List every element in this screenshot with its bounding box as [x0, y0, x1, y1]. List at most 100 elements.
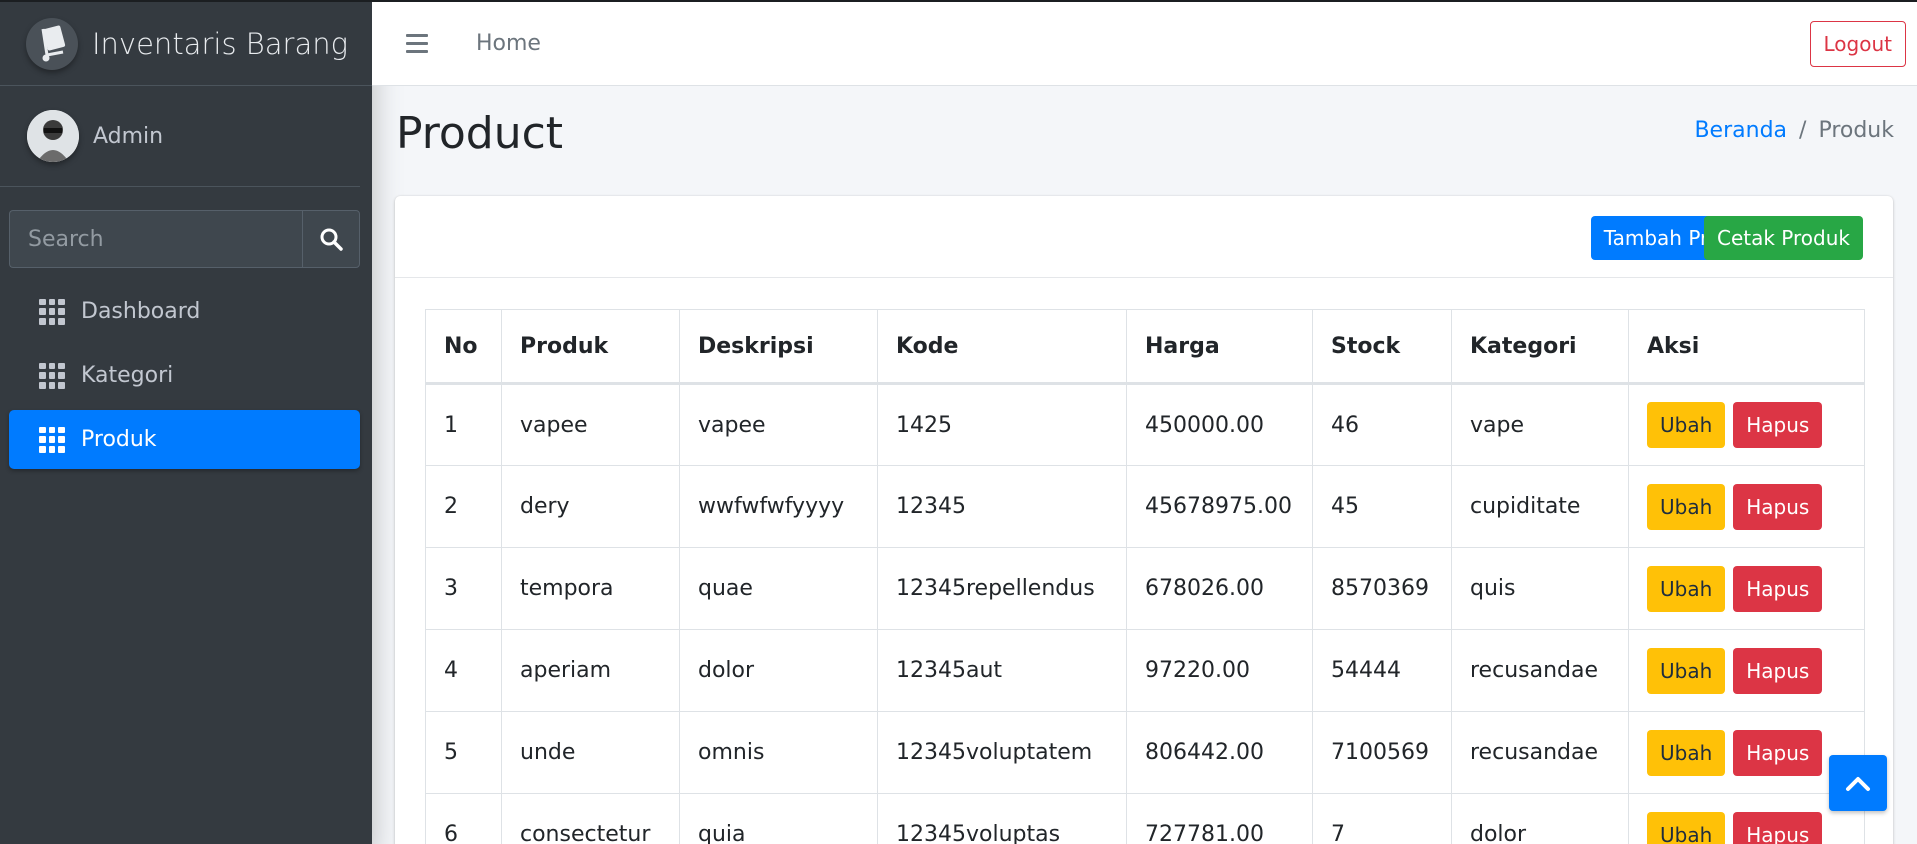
table-cell: dolor — [1451, 793, 1629, 844]
app-frame: Inventaris Barang Admin Search Dashboard… — [0, 2, 1917, 844]
table-row: 5 unde omnis 12345voluptatem 806442.00 710056… — [425, 711, 1865, 794]
column-header: Stock — [1312, 309, 1452, 385]
sidebar-item-dashboard[interactable]: Dashboard — [9, 282, 360, 341]
table-cell: 1 — [425, 383, 502, 466]
sidebar-item-label: Kategori — [81, 363, 174, 388]
column-header: Aksi — [1628, 309, 1865, 385]
search-icon — [320, 228, 343, 251]
table-cell: 678026.00 — [1126, 547, 1313, 630]
print-product-button[interactable]: Cetak Produk — [1704, 216, 1863, 260]
brand-title: Inventaris Barang — [92, 26, 349, 61]
table-cell: 727781.00 — [1126, 793, 1313, 844]
table-cell: quis — [1451, 547, 1629, 630]
sidebar: Inventaris Barang Admin Search Dashboard… — [0, 2, 372, 844]
table-cell: 45678975.00 — [1126, 465, 1313, 548]
column-header: Kategori — [1451, 309, 1629, 385]
table-cell: quae — [679, 547, 878, 630]
breadcrumb: Beranda / Produk — [1694, 118, 1894, 143]
edit-button[interactable]: Ubah — [1647, 729, 1726, 776]
grid-icon — [39, 362, 65, 389]
delete-button[interactable]: Hapus — [1733, 729, 1823, 776]
table-row: 6 consectetur quia 12345voluptas 727781.00 7 d… — [425, 793, 1865, 844]
table-cell: 5 — [425, 711, 502, 794]
table-cell: recusandae — [1451, 629, 1629, 712]
table-cell: consectetur — [501, 793, 680, 844]
sidebar-item-produk[interactable]: Produk — [9, 410, 360, 469]
edit-button[interactable]: Ubah — [1647, 647, 1726, 694]
table-cell: 97220.00 — [1126, 629, 1313, 712]
table-header-row: No Produk Deskripsi Kode Harga Stock Kat… — [425, 309, 1865, 385]
edit-button[interactable]: Ubah — [1647, 811, 1726, 844]
edit-button[interactable]: Ubah — [1647, 565, 1726, 612]
delete-button[interactable]: Hapus — [1733, 483, 1823, 530]
grid-icon — [39, 298, 65, 325]
table-cell: vape — [1451, 383, 1629, 466]
table-cell: 806442.00 — [1126, 711, 1313, 794]
table-cell: 12345repellendus — [877, 547, 1127, 630]
table-cell: 450000.00 — [1126, 383, 1313, 466]
action-cell: Ubah Hapus — [1628, 547, 1865, 630]
delete-button[interactable]: Hapus — [1733, 811, 1823, 844]
search-button[interactable] — [302, 210, 360, 268]
delete-button[interactable]: Hapus — [1733, 647, 1823, 694]
user-panel[interactable]: Admin — [0, 86, 360, 187]
column-header: No — [425, 309, 502, 385]
table-cell: vapee — [501, 383, 680, 466]
logout-button[interactable]: Logout — [1809, 21, 1906, 67]
sidebar-item-label: Produk — [81, 427, 157, 452]
column-header: Harga — [1126, 309, 1313, 385]
table-cell: 4 — [425, 629, 502, 712]
table-cell: 54444 — [1312, 629, 1452, 712]
breadcrumb-home-link[interactable]: Beranda — [1694, 118, 1787, 143]
page-title: Product — [396, 108, 564, 159]
table-cell: recusandae — [1451, 711, 1629, 794]
edit-button[interactable]: Ubah — [1647, 483, 1726, 530]
table-body: 1 vapee vapee 1425 450000.00 46 vape Ubah Hapus 2… — [425, 383, 1865, 844]
table-cell: dery — [501, 465, 680, 548]
table-cell: 12345aut — [877, 629, 1127, 712]
table-cell: 12345voluptatem — [877, 711, 1127, 794]
search-input[interactable] — [9, 210, 302, 268]
menu-toggle-icon[interactable] — [406, 34, 428, 53]
chevron-up-icon — [1846, 777, 1870, 791]
table-cell: 12345voluptas — [877, 793, 1127, 844]
brand-link[interactable]: Inventaris Barang — [0, 2, 372, 86]
table-row: 1 vapee vapee 1425 450000.00 46 vape Ubah Hapus — [425, 383, 1865, 466]
grid-icon — [39, 426, 65, 453]
action-cell: Ubah Hapus — [1628, 383, 1865, 466]
breadcrumb-current: Produk — [1818, 118, 1894, 143]
table-cell: wwfwfwfyyyy — [679, 465, 878, 548]
table-cell: 3 — [425, 547, 502, 630]
table-cell: omnis — [679, 711, 878, 794]
sidebar-nav: Dashboard Kategori Produk — [9, 282, 360, 474]
product-table: No Produk Deskripsi Kode Harga Stock Kat… — [425, 309, 1865, 844]
delete-button[interactable]: Hapus — [1733, 565, 1823, 612]
table-row: 4 aperiam dolor 12345aut 97220.00 54444 recusa… — [425, 629, 1865, 712]
sidebar-item-kategori[interactable]: Kategori — [9, 346, 360, 405]
table-cell: 7100569 — [1312, 711, 1452, 794]
sidebar-item-label: Dashboard — [81, 299, 201, 324]
table-cell: 6 — [425, 793, 502, 844]
avatar — [27, 110, 79, 162]
delete-button[interactable]: Hapus — [1733, 402, 1823, 448]
table-cell: 45 — [1312, 465, 1452, 548]
home-link[interactable]: Home — [476, 31, 541, 56]
card-header: Tambah Produk Cetak Produk — [395, 196, 1893, 278]
back-to-top-button[interactable] — [1829, 755, 1887, 811]
sidebar-search — [9, 210, 360, 268]
table-row: 3 tempora quae 12345repellendus 678026.00 857… — [425, 547, 1865, 630]
action-cell: Ubah Hapus — [1628, 629, 1865, 712]
table-cell: vapee — [679, 383, 878, 466]
table-cell: aperiam — [501, 629, 680, 712]
column-header: Kode — [877, 309, 1127, 385]
table-cell: cupiditate — [1451, 465, 1629, 548]
action-cell: Ubah Hapus — [1628, 465, 1865, 548]
top-navbar: Home Logout — [372, 2, 1917, 86]
breadcrumb-separator: / — [1799, 118, 1807, 143]
table-cell: dolor — [679, 629, 878, 712]
table-cell: 8570369 — [1312, 547, 1452, 630]
hand-truck-icon — [26, 17, 78, 70]
edit-button[interactable]: Ubah — [1647, 402, 1726, 448]
table-cell: unde — [501, 711, 680, 794]
table-cell: 46 — [1312, 383, 1452, 466]
